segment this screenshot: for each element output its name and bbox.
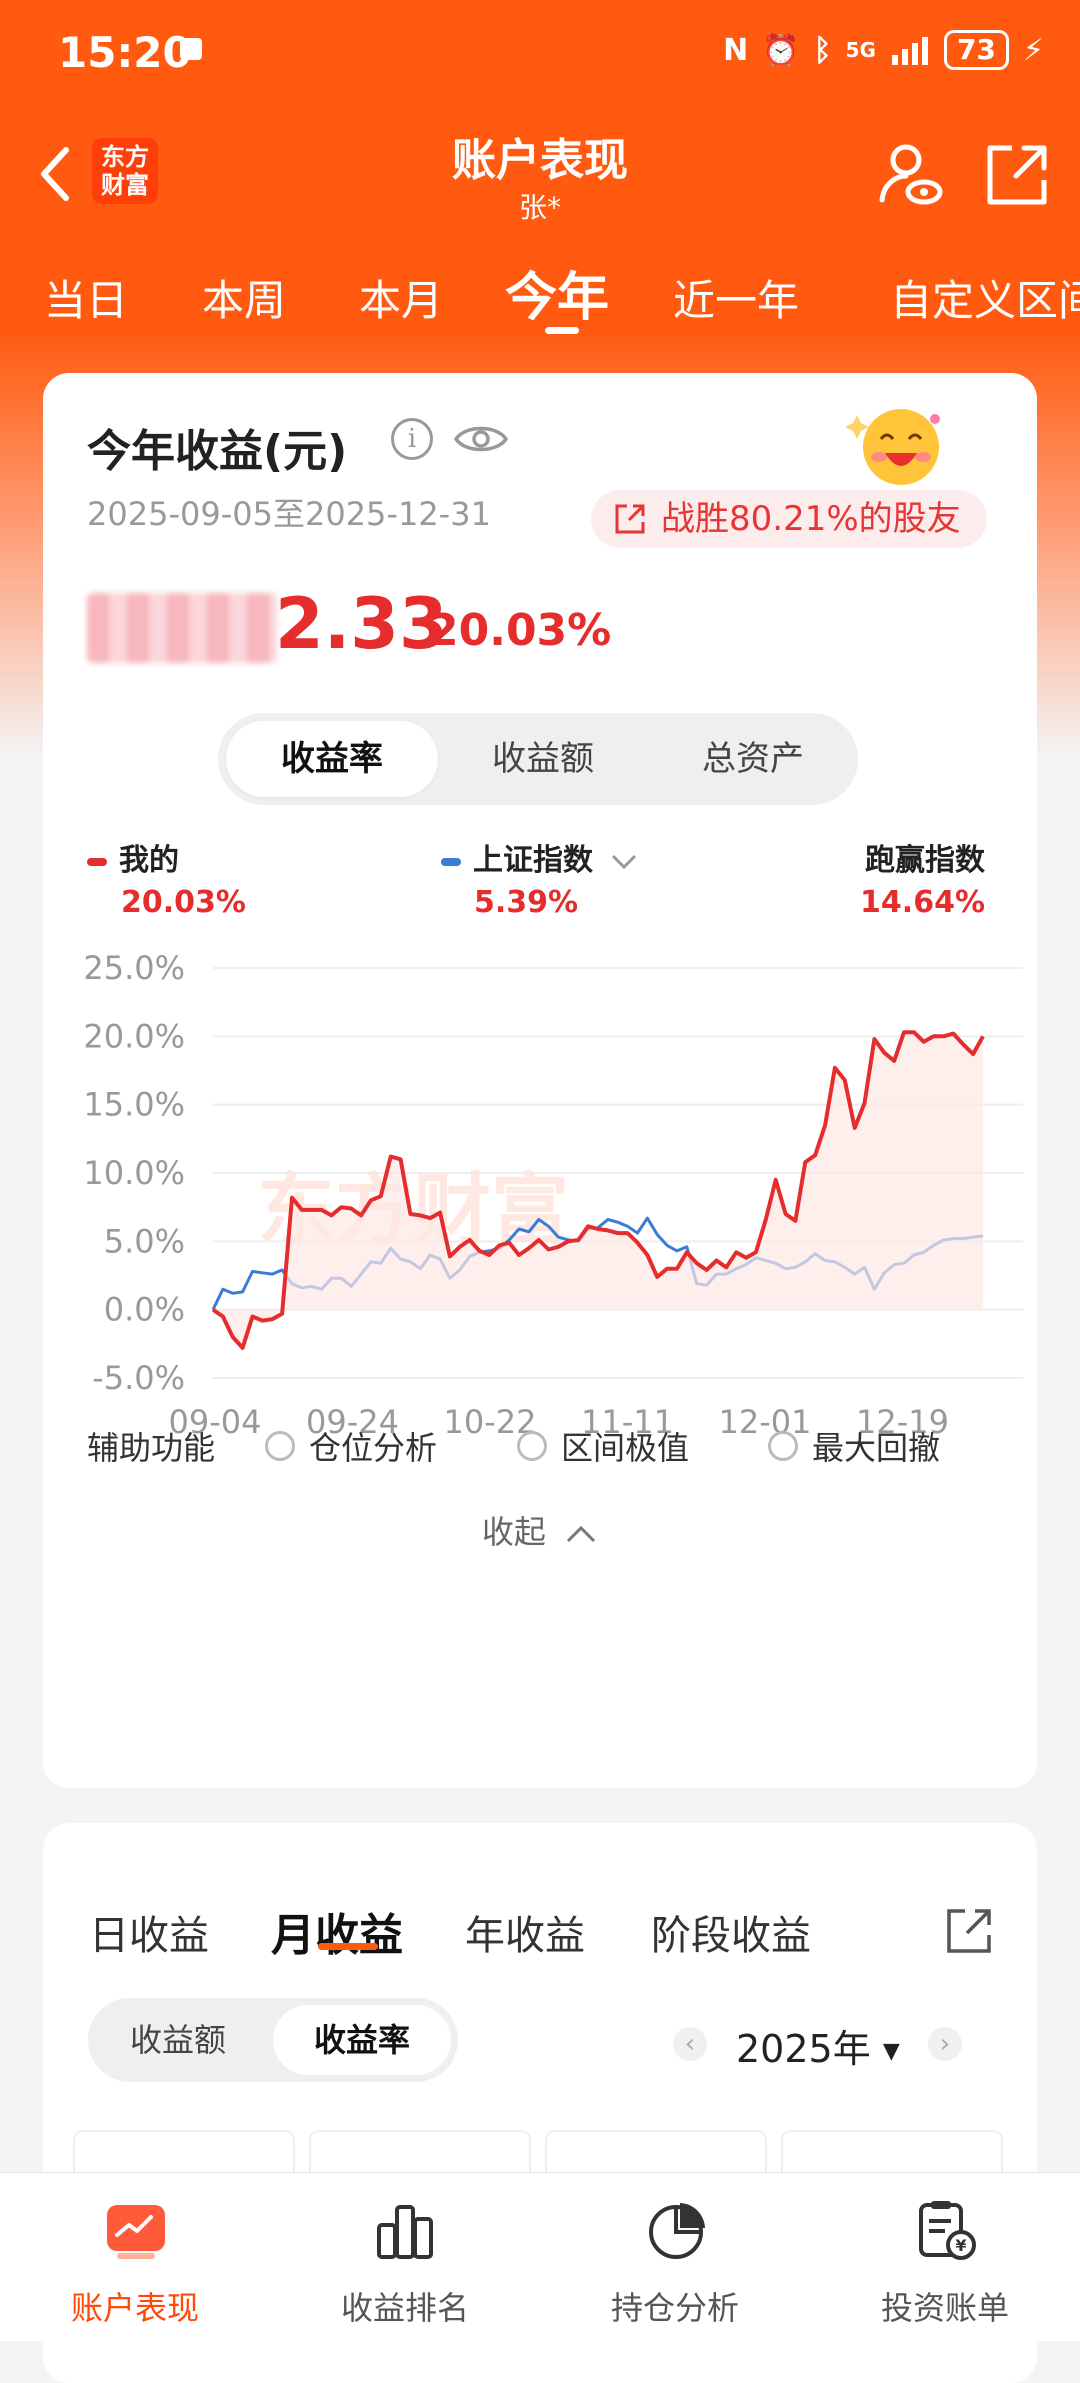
account-performance-icon — [107, 2205, 165, 2259]
year-label: 2025年 — [736, 2027, 871, 2071]
radio-max-drawdown[interactable] — [768, 1431, 798, 1461]
summary-title: 今年收益(元) — [87, 426, 348, 477]
aux-option-range-label: 区间极值 — [561, 1429, 690, 1467]
nav-ranking[interactable]: 收益排名 — [270, 2173, 540, 2341]
aux-label: 辅助功能 — [87, 1429, 216, 1467]
nav-label: 收益排名 — [340, 2289, 469, 2327]
summary-card: 今年收益(元) i 2025-09-05至2025-12-31 战胜80.21%… — [43, 373, 1037, 1788]
signal-icon — [891, 37, 928, 65]
collapse-label: 收起 — [481, 1513, 546, 1551]
nav-holding-analysis[interactable]: 持仓分析 — [540, 2173, 810, 2341]
segment-total-assets[interactable]: 总资产 — [648, 713, 858, 805]
y-tick-label: 5.0% — [104, 1222, 185, 1260]
legend-index[interactable]: 上证指数 — [441, 835, 639, 879]
aux-option-max-drawdown[interactable]: 最大回撤 — [768, 1423, 940, 1469]
legend-beat-value: 14.64% — [860, 885, 985, 920]
eye-person-icon[interactable] — [876, 140, 946, 210]
y-tick-label: 10.0% — [83, 1154, 185, 1192]
bluetooth-icon: ᛒ — [813, 32, 832, 68]
nav-label: 持仓分析 — [610, 2289, 739, 2327]
nfc-icon: N — [723, 32, 749, 68]
period-tabs: 当日 本周 本月 今年 近一年 自定义区间 — [0, 255, 1080, 335]
date-range: 2025-09-05至2025-12-31 — [87, 495, 491, 533]
caret-down-icon: ▼ — [882, 2039, 900, 2064]
chevron-down-icon — [612, 854, 637, 869]
legend-index-value: 5.39% — [474, 885, 579, 920]
segment-return-rate[interactable]: 收益率 — [226, 721, 438, 797]
income-tab-indicator — [318, 1943, 378, 1950]
tab-stage-income[interactable]: 阶段收益 — [651, 1903, 811, 1961]
metric-segment: 收益率 收益额 总资产 — [218, 713, 858, 805]
share-small-icon — [615, 504, 645, 534]
notification-icon — [180, 38, 202, 60]
legend-mine-label: 我的 — [119, 843, 179, 878]
masked-amount — [87, 593, 277, 663]
beat-text: 战胜80.21%的股友 — [661, 499, 961, 539]
income-segment: 收益额 收益率 — [88, 1998, 458, 2082]
radio-position[interactable] — [265, 1431, 295, 1461]
battery-level: 73 — [943, 30, 1009, 70]
legend-index-label: 上证指数 — [473, 843, 593, 878]
happy-face-icon — [845, 409, 940, 485]
aux-option-position-label: 仓位分析 — [309, 1429, 438, 1467]
y-tick-label: 20.0% — [83, 1017, 185, 1055]
ranking-icon — [377, 2205, 433, 2259]
prev-year-button[interactable]: ‹ — [673, 2027, 707, 2061]
next-year-button[interactable]: › — [928, 2027, 962, 2061]
legend-mine-value: 20.03% — [121, 885, 246, 920]
bill-icon: ¥ — [919, 2201, 976, 2260]
nav-label: 账户表现 — [70, 2289, 199, 2327]
legend-mine-swatch — [87, 857, 107, 866]
nav-bar: 东方财富 账户表现 张* — [0, 110, 1080, 240]
tab-monthly-income[interactable]: 月收益 — [271, 1899, 403, 1963]
aux-option-position[interactable]: 仓位分析 — [265, 1423, 437, 1469]
tab-daily-income[interactable]: 日收益 — [89, 1903, 209, 1961]
y-tick-label: 15.0% — [83, 1086, 185, 1124]
beat-badge[interactable]: 战胜80.21%的股友 — [591, 490, 987, 548]
nav-account-performance[interactable]: 账户表现 — [0, 2173, 270, 2341]
tab-custom-range[interactable]: 自定义区间 — [890, 267, 1080, 328]
bottom-nav: 账户表现 收益排名 持仓分析 ¥ 投资账单 — [0, 2172, 1080, 2341]
aux-option-range-extreme[interactable]: 区间极值 — [517, 1423, 689, 1469]
legend-beat-label: 跑赢指数 — [865, 843, 985, 878]
legend-mine: 我的 — [87, 835, 179, 879]
nav-label: 投资账单 — [880, 2289, 1009, 2327]
pie-chart-icon — [649, 2203, 705, 2259]
profit-amount: 2.33 — [275, 583, 448, 665]
svg-text:¥: ¥ — [955, 2236, 966, 2255]
tab-last-year[interactable]: 近一年 — [673, 267, 799, 328]
return-percent: 20.03% — [428, 605, 612, 656]
year-selector[interactable]: 2025年 ▼ — [736, 2018, 900, 2073]
charging-icon: ⚡ — [1022, 32, 1044, 68]
tab-indicator — [545, 327, 579, 334]
status-time: 15:20 — [58, 28, 192, 77]
collapse-button[interactable]: 收起 — [43, 1507, 1037, 1553]
segment-income-amount[interactable]: 收益额 — [88, 1998, 268, 2082]
tab-this-year[interactable]: 今年 — [505, 255, 609, 330]
y-tick-label: -5.0% — [92, 1359, 185, 1397]
aux-option-drawdown-label: 最大回撤 — [812, 1429, 941, 1467]
status-bar: 15:20 N ⏰ ᛒ 5G 73 ⚡ — [0, 0, 1080, 100]
chevron-up-icon — [567, 1525, 596, 1543]
tab-week[interactable]: 本周 — [202, 267, 286, 328]
eye-icon[interactable] — [453, 419, 509, 459]
radio-range-extreme[interactable] — [517, 1431, 547, 1461]
share-icon[interactable] — [982, 140, 1052, 210]
tab-today[interactable]: 当日 — [44, 267, 128, 328]
nav-investment-bill[interactable]: ¥ 投资账单 — [810, 2173, 1080, 2341]
segment-income-rate[interactable]: 收益率 — [273, 2005, 451, 2075]
y-tick-label: 25.0% — [83, 949, 185, 987]
return-chart[interactable]: 东方财富 25.0%20.0%15.0%10.0%5.0%0.0%-5.0% 0… — [43, 943, 1037, 1503]
segment-return-amount[interactable]: 收益额 — [438, 713, 648, 805]
tab-yearly-income[interactable]: 年收益 — [465, 1903, 585, 1961]
legend-index-swatch — [441, 857, 461, 866]
tab-month[interactable]: 本月 — [359, 267, 443, 328]
info-icon[interactable]: i — [391, 418, 433, 460]
y-tick-label: 0.0% — [104, 1291, 185, 1329]
share-icon-small[interactable] — [943, 1905, 995, 1957]
network-label: 5G — [845, 38, 876, 62]
status-icons: N ⏰ ᛒ 5G 73 ⚡ — [723, 30, 1044, 70]
alarm-icon: ⏰ — [762, 32, 800, 68]
